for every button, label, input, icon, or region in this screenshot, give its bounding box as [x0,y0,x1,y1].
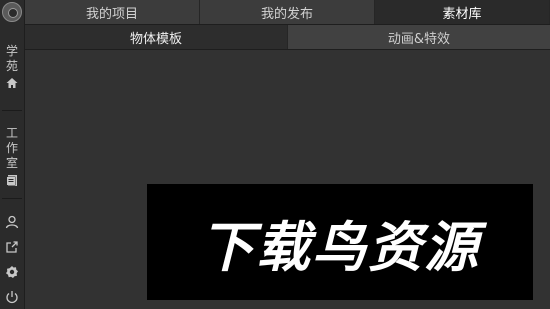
sidebar-item-share[interactable] [0,240,24,254]
sidebar-item-account[interactable] [0,215,24,229]
home-icon [5,76,19,90]
sidebar-item-studio[interactable]: 工作室 [0,126,24,187]
app-logo-icon[interactable] [2,2,22,22]
document-icon [5,173,19,187]
subtab-animation-effects[interactable]: 动画&特效 [287,25,550,49]
user-icon[interactable] [5,215,19,229]
tab-asset-library[interactable]: 素材库 [375,0,550,24]
tab-my-publications[interactable]: 我的发布 [200,0,375,24]
sidebar-item-academy[interactable]: 学苑 [0,44,24,90]
sidebar-item-power[interactable] [0,290,24,304]
tab-my-projects[interactable]: 我的项目 [25,0,200,24]
gear-icon[interactable] [5,265,19,279]
sidebar-studio-label: 工作室 [6,126,19,170]
sub-tab-bar: 物体模板 动画&特效 [25,25,550,50]
subtab-object-templates[interactable]: 物体模板 [25,25,287,49]
sidebar: 学苑 工作室 [0,0,25,309]
sidebar-divider [2,198,22,199]
share-icon[interactable] [5,240,19,254]
sidebar-item-settings[interactable] [0,265,24,279]
sidebar-divider [2,110,22,111]
watermark-banner: 下载鸟资源 [147,184,533,300]
top-tab-bar: 我的项目 我的发布 素材库 [25,0,550,25]
watermark-text: 下载鸟资源 [200,215,480,279]
power-icon[interactable] [5,290,19,304]
sidebar-academy-label: 学苑 [6,44,19,73]
